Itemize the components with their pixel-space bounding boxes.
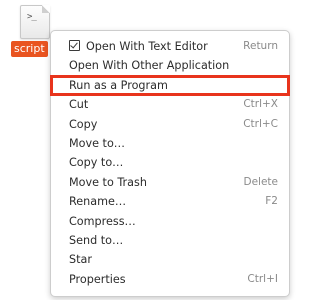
menu-item-compress[interactable]: Compress…	[51, 212, 289, 231]
menu-item-label: Properties	[69, 272, 126, 286]
menu-item-run-as-program[interactable]: Run as a Program	[50, 74, 290, 97]
menu-item-label: Move to Trash	[69, 175, 147, 189]
file-name-label[interactable]: script	[11, 41, 48, 57]
menu-item-rename[interactable]: Rename… F2	[51, 192, 289, 211]
script-file-icon[interactable]: >_	[20, 5, 50, 39]
menu-item-label: Compress…	[69, 214, 136, 228]
menu-item-label: Rename…	[69, 195, 127, 209]
menu-item-open-with-text-editor[interactable]: Open With Text Editor Return	[51, 37, 289, 56]
menu-item-label: Move to…	[69, 136, 125, 150]
menu-item-shortcut: Delete	[243, 175, 279, 188]
menu-item-label: Run as a Program	[69, 78, 168, 92]
menu-item-send-to[interactable]: Send to…	[51, 231, 289, 250]
menu-item-open-with-other-application[interactable]: Open With Other Application	[51, 56, 289, 75]
terminal-prompt-icon: >_	[27, 12, 37, 22]
menu-item-move-to-trash[interactable]: Move to Trash Delete	[51, 173, 289, 192]
menu-item-label: Open With Text Editor	[86, 40, 208, 53]
menu-item-copy[interactable]: Copy Ctrl+C	[51, 115, 289, 134]
menu-item-shortcut: Return	[243, 40, 278, 52]
menu-item-label: Open With Other Application	[69, 59, 230, 73]
menu-item-cut[interactable]: Cut Ctrl+X	[51, 95, 289, 114]
page-fold	[42, 5, 50, 13]
menu-item-shortcut: F2	[265, 195, 278, 208]
menu-item-shortcut: Ctrl+X	[243, 98, 278, 111]
menu-item-label: Copy	[69, 117, 98, 131]
menu-item-star[interactable]: Star	[51, 250, 289, 269]
menu-item-shortcut: Ctrl+I	[247, 272, 278, 285]
menu-item-move-to[interactable]: Move to…	[51, 134, 289, 153]
menu-item-label: Copy to…	[69, 156, 124, 170]
menu-item-label: Star	[69, 253, 92, 267]
text-editor-icon	[69, 40, 80, 51]
menu-item-properties[interactable]: Properties Ctrl+I	[51, 270, 289, 289]
menu-item-label: Send to…	[69, 233, 124, 247]
menu-item-shortcut: Ctrl+C	[243, 117, 278, 130]
menu-item-copy-to[interactable]: Copy to…	[51, 153, 289, 172]
context-menu: Open With Text Editor Return Open With O…	[50, 30, 290, 297]
menu-item-label: Cut	[69, 98, 89, 112]
